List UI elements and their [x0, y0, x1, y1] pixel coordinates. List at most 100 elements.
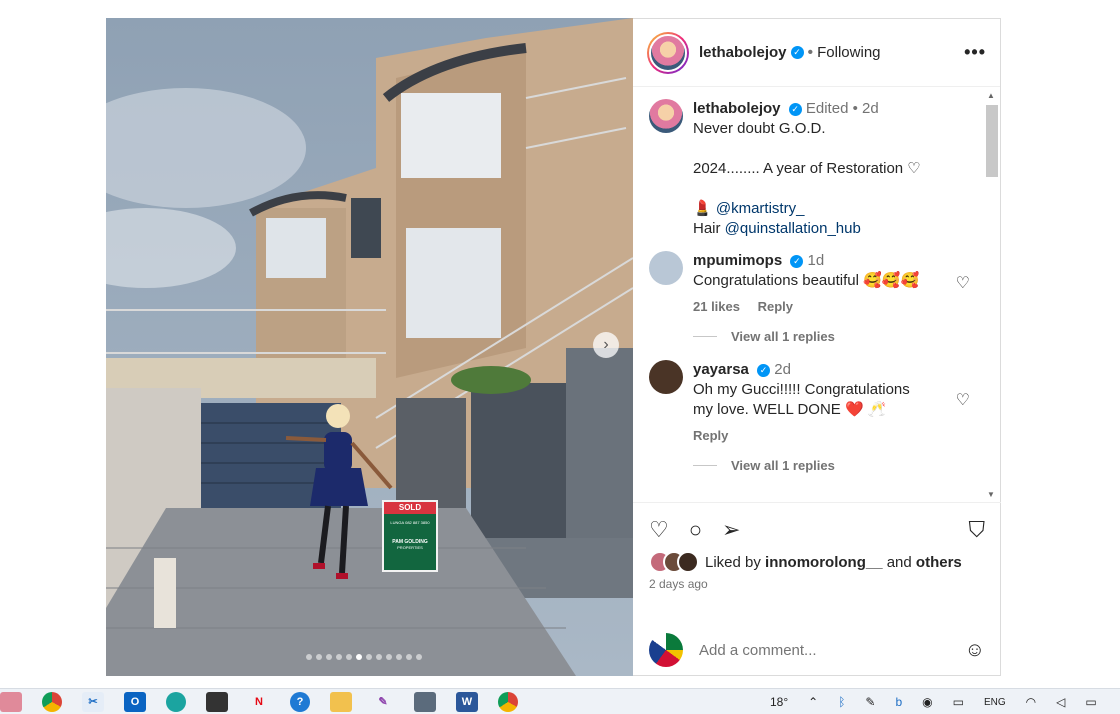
- liked-by-prefix: Liked by: [705, 553, 761, 571]
- commenter-username[interactable]: mpumimops: [693, 252, 782, 269]
- carousel-dot: [346, 654, 352, 660]
- save-bookmark-icon[interactable]: ⛉: [968, 517, 985, 543]
- commenter-avatar[interactable]: [649, 360, 683, 394]
- add-comment-input[interactable]: [699, 641, 965, 659]
- wifi-icon[interactable]: ◠: [1026, 695, 1036, 709]
- post-photo[interactable]: SOLD LUNGA 082 887 3850 PAM GOLDING PROP…: [106, 18, 633, 676]
- word-icon[interactable]: W: [456, 691, 478, 712]
- window-tray-icon[interactable]: ▭: [953, 695, 964, 709]
- more-options-icon[interactable]: •••: [964, 42, 986, 63]
- bluetooth-icon[interactable]: ᛒ: [838, 695, 845, 709]
- caption-username[interactable]: lethabolejoy: [693, 100, 781, 117]
- carousel-dot: [316, 654, 322, 660]
- carousel-dot: [306, 654, 312, 660]
- comments-scrollbar[interactable]: ▲ ▼: [984, 89, 998, 501]
- carousel-dot: [336, 654, 342, 660]
- liked-by-user[interactable]: innomorolong__: [765, 554, 883, 571]
- pen-tray-icon[interactable]: ✎: [865, 695, 875, 709]
- calculator-icon[interactable]: [414, 691, 436, 712]
- liked-by-others[interactable]: others: [916, 554, 962, 571]
- liker-avatar: [677, 551, 699, 573]
- caption-line-1: Never doubt G.O.D.: [693, 120, 826, 137]
- weather-temp[interactable]: 18°: [770, 695, 788, 709]
- caption-line-hair: Hair @quinstallation_hub: [693, 219, 972, 239]
- snipping-tool-icon[interactable]: ✂: [82, 691, 104, 712]
- like-heart-icon[interactable]: ♡: [649, 517, 669, 543]
- emoji-picker-icon[interactable]: ☺: [965, 639, 985, 662]
- caption-line-makeup: 💄 @kmartistry_: [693, 199, 972, 219]
- caption: lethabolejoy ✓ Edited • 2d Never doubt G…: [649, 99, 972, 239]
- post-footer: ♡ ○ ➢ ⛉ Liked by innomorolong__ and othe…: [633, 502, 1001, 677]
- language-code: ENG: [984, 696, 1006, 708]
- author-username[interactable]: lethabolejoy: [699, 44, 787, 61]
- author-avatar[interactable]: [647, 31, 689, 74]
- reply-button[interactable]: Reply: [758, 299, 793, 314]
- following-button[interactable]: Following: [817, 44, 880, 61]
- chrome-icon[interactable]: [42, 691, 62, 712]
- post-time-ago[interactable]: 2 days ago: [633, 575, 1001, 593]
- caption-meta: Edited • 2d: [805, 100, 879, 117]
- verified-badge-icon: ✓: [790, 254, 804, 268]
- comments-list[interactable]: lethabolejoy ✓ Edited • 2d Never doubt G…: [633, 87, 986, 502]
- sold-banner: SOLD: [384, 502, 436, 514]
- carousel-dot: [416, 654, 422, 660]
- view-replies-button[interactable]: View all 1 replies: [693, 329, 972, 344]
- comment-actions: Reply: [693, 426, 972, 446]
- next-slide-button[interactable]: ›: [593, 332, 619, 358]
- comment-item: yayarsa ✓ 2d Oh my Gucci!!!!! Congratula…: [649, 360, 972, 446]
- scroll-up-arrow-icon[interactable]: ▲: [987, 91, 995, 100]
- carousel-dot: [386, 654, 392, 660]
- taskbar: ✂ O N ? ✎ W 18° ⌃ ᛒ ✎ b ◉ ▭ ENG ◠ ◁ ▭: [0, 688, 1120, 714]
- bing-icon[interactable]: b: [895, 695, 902, 709]
- verified-badge-icon: ✓: [790, 46, 804, 59]
- language-indicator[interactable]: ENG: [984, 697, 1006, 708]
- comment-text: Oh my Gucci!!!!! Congratulations my love…: [693, 381, 910, 418]
- carousel-dot: [406, 654, 412, 660]
- comment-item: mpumimops ✓ 1d Congratulations beautiful…: [649, 251, 972, 317]
- post-details-panel: lethabolejoy ✓ • Following ••• lethabole…: [633, 18, 1001, 676]
- carousel-dots: [306, 654, 422, 660]
- pen-app-icon[interactable]: ✎: [372, 692, 394, 712]
- edge-icon[interactable]: [166, 691, 186, 712]
- hair-label: Hair: [693, 220, 725, 237]
- outlook-icon[interactable]: O: [124, 691, 146, 712]
- comment-likes[interactable]: 21 likes: [693, 299, 740, 314]
- lipstick-emoji: 💄: [693, 200, 716, 217]
- chrome-icon[interactable]: [498, 691, 518, 712]
- reply-button[interactable]: Reply: [693, 428, 728, 443]
- help-icon[interactable]: ?: [290, 691, 310, 712]
- view-replies-button[interactable]: View all 1 replies: [693, 458, 972, 473]
- current-user-avatar: [649, 633, 683, 667]
- sign-phone: LUNGA 082 887 3850: [390, 520, 430, 525]
- verified-badge-icon: ✓: [757, 363, 771, 377]
- share-send-icon[interactable]: ➢: [722, 517, 740, 543]
- netflix-icon[interactable]: N: [248, 692, 270, 712]
- mention-link[interactable]: @quinstallation_hub: [725, 220, 861, 237]
- caption-line-blank: [693, 139, 972, 159]
- chrome-tray-icon[interactable]: ◉: [922, 695, 932, 709]
- like-comment-heart-icon[interactable]: ♡: [956, 390, 970, 410]
- volume-icon[interactable]: ◁: [1056, 695, 1065, 709]
- post-header: lethabolejoy ✓ • Following •••: [633, 19, 1000, 87]
- separator-dot: •: [807, 43, 814, 61]
- commenter-username[interactable]: yayarsa: [693, 361, 749, 378]
- verified-badge-icon: ✓: [788, 102, 802, 116]
- battery-icon[interactable]: ▭: [1085, 695, 1096, 709]
- comment-time: 1d: [807, 252, 825, 269]
- file-explorer-icon[interactable]: [330, 691, 352, 712]
- liked-by-and: and: [886, 553, 912, 571]
- scroll-down-arrow-icon[interactable]: ▼: [987, 490, 995, 499]
- app-icon-pink[interactable]: [0, 691, 22, 712]
- scrollbar-thumb[interactable]: [986, 105, 998, 177]
- caption-avatar[interactable]: [649, 99, 683, 133]
- liked-by-row: Liked by innomorolong__ and others: [633, 549, 1001, 575]
- caption-line-blank: [693, 179, 972, 199]
- mention-link[interactable]: @kmartistry_: [716, 200, 805, 217]
- sold-sign: SOLD LUNGA 082 887 3850 PAM GOLDING PROP…: [382, 500, 438, 572]
- like-comment-heart-icon[interactable]: ♡: [956, 273, 970, 293]
- chevron-up-icon[interactable]: ⌃: [808, 695, 818, 709]
- comment-bubble-icon[interactable]: ○: [689, 517, 702, 543]
- system-tray: 18° ⌃ ᛒ ✎ b ◉ ▭ ENG ◠ ◁ ▭: [760, 689, 1107, 714]
- news-icon[interactable]: [206, 691, 228, 712]
- commenter-avatar[interactable]: [649, 251, 683, 285]
